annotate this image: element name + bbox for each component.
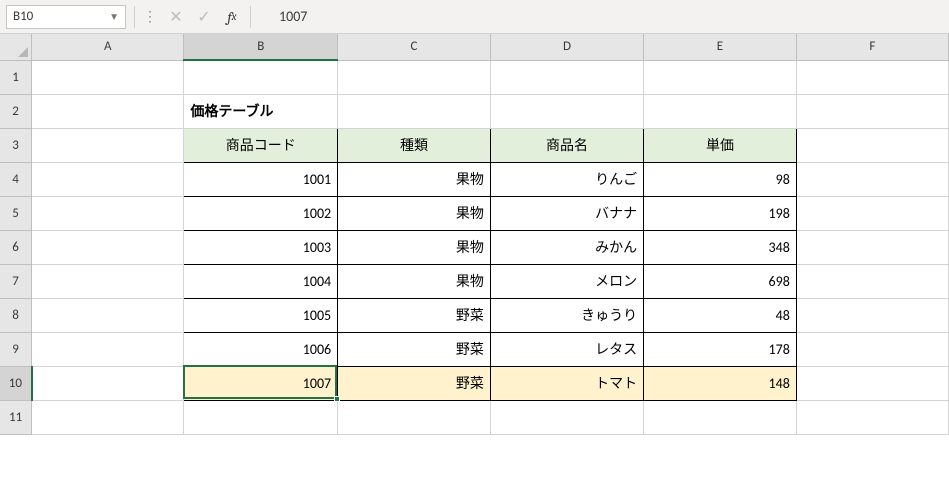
cell-F1[interactable] bbox=[796, 60, 948, 94]
formula-input[interactable]: 1007 bbox=[259, 5, 943, 29]
row-header-7[interactable]: 7 bbox=[0, 264, 32, 298]
spreadsheet-grid[interactable]: ABCDEF12価格テーブル3商品コード種類商品名単価41001果物りんご985… bbox=[0, 34, 949, 435]
cell-E2[interactable] bbox=[644, 94, 797, 128]
cell-A9[interactable] bbox=[32, 332, 184, 366]
column-header-F[interactable]: F bbox=[796, 34, 948, 60]
cell-F10[interactable] bbox=[796, 366, 948, 400]
cell-D10[interactable]: トマト bbox=[490, 366, 643, 400]
row-header-5[interactable]: 5 bbox=[0, 196, 32, 230]
cell-F8[interactable] bbox=[796, 298, 948, 332]
cell-A4[interactable] bbox=[32, 162, 184, 196]
cell-F11[interactable] bbox=[796, 400, 948, 434]
row-header-9[interactable]: 9 bbox=[0, 332, 32, 366]
cell-B4[interactable]: 1001 bbox=[184, 162, 338, 196]
row-header-10[interactable]: 10 bbox=[0, 366, 32, 400]
cell-B2[interactable]: 価格テーブル bbox=[184, 94, 338, 128]
cell-B3[interactable]: 商品コード bbox=[184, 128, 338, 162]
cell-C2[interactable] bbox=[338, 94, 491, 128]
cell-C10[interactable]: 野菜 bbox=[338, 366, 491, 400]
cell-F5[interactable] bbox=[796, 196, 948, 230]
cell-F6[interactable] bbox=[796, 230, 948, 264]
cell-A5[interactable] bbox=[32, 196, 184, 230]
row-header-6[interactable]: 6 bbox=[0, 230, 32, 264]
select-all-corner[interactable] bbox=[0, 34, 32, 60]
row-header-8[interactable]: 8 bbox=[0, 298, 32, 332]
cell-C3[interactable]: 種類 bbox=[338, 128, 491, 162]
name-box-value: B10 bbox=[13, 9, 33, 24]
row-header-3[interactable]: 3 bbox=[0, 128, 32, 162]
cell-A11[interactable] bbox=[32, 400, 184, 434]
drag-handle-icon[interactable]: ⋮ bbox=[143, 8, 158, 25]
cell-D8[interactable]: きゅうり bbox=[490, 298, 643, 332]
cell-D4[interactable]: りんご bbox=[490, 162, 643, 196]
cell-B1[interactable] bbox=[184, 60, 338, 94]
cell-B9[interactable]: 1006 bbox=[184, 332, 338, 366]
cancel-icon[interactable]: ✕ bbox=[166, 7, 186, 27]
cell-E11[interactable] bbox=[644, 400, 797, 434]
cell-B11[interactable] bbox=[184, 400, 338, 434]
cell-C8[interactable]: 野菜 bbox=[338, 298, 491, 332]
cell-E3[interactable]: 単価 bbox=[644, 128, 797, 162]
cell-C1[interactable] bbox=[338, 60, 491, 94]
enter-icon[interactable]: ✓ bbox=[194, 7, 214, 27]
cell-D9[interactable]: レタス bbox=[490, 332, 643, 366]
cell-E10[interactable]: 148 bbox=[644, 366, 797, 400]
chevron-down-icon[interactable]: ▼ bbox=[109, 10, 119, 23]
cell-A2[interactable] bbox=[32, 94, 184, 128]
row-header-11[interactable]: 11 bbox=[0, 400, 32, 434]
column-header-E[interactable]: E bbox=[644, 34, 797, 60]
cell-F7[interactable] bbox=[796, 264, 948, 298]
cell-F3[interactable] bbox=[796, 128, 948, 162]
cell-E1[interactable] bbox=[644, 60, 797, 94]
cell-A6[interactable] bbox=[32, 230, 184, 264]
cell-B5[interactable]: 1002 bbox=[184, 196, 338, 230]
formula-bar: B10 ▼ ⋮ ✕ ✓ fx 1007 bbox=[0, 0, 949, 34]
separator bbox=[250, 6, 251, 28]
row-header-1[interactable]: 1 bbox=[0, 60, 32, 94]
fx-icon[interactable]: fx bbox=[222, 7, 242, 27]
cell-A10[interactable] bbox=[32, 366, 184, 400]
cell-E4[interactable]: 98 bbox=[644, 162, 797, 196]
cell-E6[interactable]: 348 bbox=[644, 230, 797, 264]
row-header-2[interactable]: 2 bbox=[0, 94, 32, 128]
row-header-4[interactable]: 4 bbox=[0, 162, 32, 196]
fill-handle[interactable] bbox=[334, 396, 340, 402]
cell-A7[interactable] bbox=[32, 264, 184, 298]
cell-B8[interactable]: 1005 bbox=[184, 298, 338, 332]
cell-E8[interactable]: 48 bbox=[644, 298, 797, 332]
cell-E9[interactable]: 178 bbox=[644, 332, 797, 366]
cell-C5[interactable]: 果物 bbox=[338, 196, 491, 230]
column-header-B[interactable]: B bbox=[184, 34, 338, 60]
cell-F4[interactable] bbox=[796, 162, 948, 196]
cell-D11[interactable] bbox=[490, 400, 643, 434]
cell-E5[interactable]: 198 bbox=[644, 196, 797, 230]
cell-C9[interactable]: 野菜 bbox=[338, 332, 491, 366]
cell-D2[interactable] bbox=[490, 94, 643, 128]
cell-D3[interactable]: 商品名 bbox=[490, 128, 643, 162]
cell-C6[interactable]: 果物 bbox=[338, 230, 491, 264]
cell-D6[interactable]: みかん bbox=[490, 230, 643, 264]
column-header-A[interactable]: A bbox=[32, 34, 184, 60]
cell-D5[interactable]: バナナ bbox=[490, 196, 643, 230]
cell-C11[interactable] bbox=[338, 400, 491, 434]
cell-F9[interactable] bbox=[796, 332, 948, 366]
cell-B6[interactable]: 1003 bbox=[184, 230, 338, 264]
cell-F2[interactable] bbox=[796, 94, 948, 128]
cell-D1[interactable] bbox=[490, 60, 643, 94]
cell-A3[interactable] bbox=[32, 128, 184, 162]
cell-A8[interactable] bbox=[32, 298, 184, 332]
cell-C4[interactable]: 果物 bbox=[338, 162, 491, 196]
cell-B10[interactable]: 1007 bbox=[184, 366, 338, 400]
cell-D7[interactable]: メロン bbox=[490, 264, 643, 298]
name-box[interactable]: B10 ▼ bbox=[6, 5, 126, 29]
column-header-C[interactable]: C bbox=[338, 34, 491, 60]
cell-B7[interactable]: 1004 bbox=[184, 264, 338, 298]
column-header-D[interactable]: D bbox=[490, 34, 643, 60]
cell-E7[interactable]: 698 bbox=[644, 264, 797, 298]
cell-C7[interactable]: 果物 bbox=[338, 264, 491, 298]
separator bbox=[134, 6, 135, 28]
cell-A1[interactable] bbox=[32, 60, 184, 94]
